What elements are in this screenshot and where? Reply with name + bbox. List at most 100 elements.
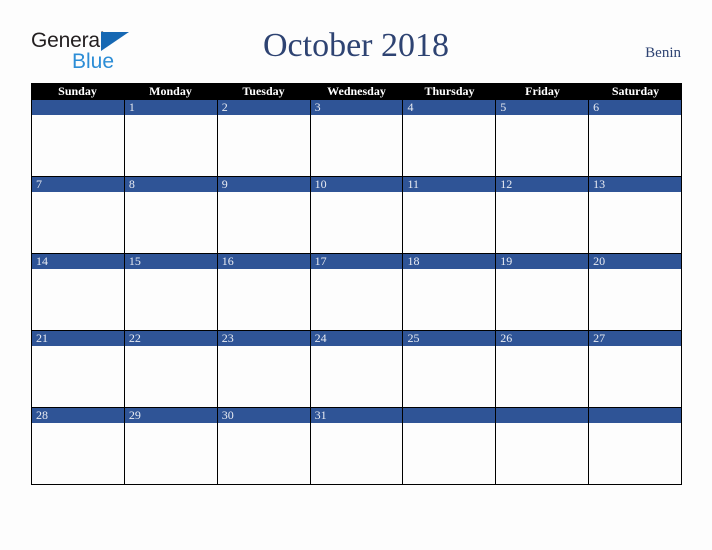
- day-event-area[interactable]: [496, 192, 589, 253]
- day-number: 25: [407, 331, 420, 345]
- day-cell[interactable]: 18: [403, 254, 497, 330]
- day-number-bar: 2: [217, 100, 310, 115]
- day-cell[interactable]: 11: [403, 177, 497, 253]
- day-cell[interactable]: 23: [217, 331, 311, 407]
- day-event-area[interactable]: [32, 115, 124, 176]
- day-number: 10: [314, 177, 327, 191]
- day-event-area[interactable]: [310, 423, 403, 484]
- day-cell[interactable]: 26: [496, 331, 590, 407]
- day-number: 13: [593, 177, 606, 191]
- day-event-area[interactable]: [217, 346, 310, 407]
- calendar-grid: Sunday Monday Tuesday Wednesday Thursday…: [31, 83, 683, 485]
- day-cell[interactable]: [403, 408, 497, 484]
- day-cell[interactable]: 19: [496, 254, 590, 330]
- day-event-area[interactable]: [589, 423, 682, 484]
- weekday-header-monday: Monday: [149, 84, 192, 98]
- day-number: 11: [407, 177, 419, 191]
- day-number: 20: [593, 254, 606, 268]
- day-event-area[interactable]: [496, 269, 589, 330]
- day-event-area[interactable]: [403, 346, 496, 407]
- day-cell[interactable]: 12: [496, 177, 590, 253]
- day-cell[interactable]: 21: [32, 331, 125, 407]
- calendar-page: { "brand": { "name_top": "General", "nam…: [0, 0, 712, 550]
- day-number-bar: [32, 100, 124, 115]
- day-event-area[interactable]: [589, 192, 682, 253]
- day-event-area[interactable]: [310, 115, 403, 176]
- day-event-area[interactable]: [124, 423, 217, 484]
- day-number: 31: [314, 408, 327, 422]
- day-cell[interactable]: 9: [217, 177, 311, 253]
- day-number: 15: [128, 254, 141, 268]
- day-cell[interactable]: 14: [32, 254, 125, 330]
- day-cell[interactable]: 16: [217, 254, 311, 330]
- day-cell[interactable]: 20: [589, 254, 683, 330]
- day-event-area[interactable]: [217, 269, 310, 330]
- day-cell[interactable]: 25: [403, 331, 497, 407]
- page-title: October 2018: [262, 27, 449, 64]
- day-event-area[interactable]: [403, 423, 496, 484]
- day-cell[interactable]: 2: [217, 100, 311, 176]
- day-number: 23: [221, 331, 234, 345]
- day-event-area[interactable]: [589, 346, 682, 407]
- day-cell[interactable]: 6: [589, 100, 683, 176]
- day-number-bar: 7: [32, 177, 124, 192]
- day-number: 4: [407, 100, 414, 114]
- day-cell[interactable]: 3: [310, 100, 404, 176]
- day-cell[interactable]: 29: [124, 408, 218, 484]
- day-cell[interactable]: [589, 408, 683, 484]
- day-event-area[interactable]: [496, 423, 589, 484]
- day-cell[interactable]: 8: [124, 177, 218, 253]
- day-event-area[interactable]: [589, 269, 682, 330]
- day-number-bar: 3: [310, 100, 403, 115]
- day-cell[interactable]: 28: [32, 408, 125, 484]
- day-cell[interactable]: 5: [496, 100, 590, 176]
- day-event-area[interactable]: [217, 423, 310, 484]
- day-number-bar: 31: [310, 408, 403, 423]
- day-event-area[interactable]: [32, 346, 124, 407]
- day-event-area[interactable]: [310, 269, 403, 330]
- week-row: 28 29 30 31: [31, 408, 683, 485]
- day-cell[interactable]: 4: [403, 100, 497, 176]
- day-number: 14: [36, 254, 48, 268]
- day-event-area[interactable]: [403, 269, 496, 330]
- day-cell[interactable]: 15: [124, 254, 218, 330]
- day-cell[interactable]: 7: [32, 177, 125, 253]
- day-cell[interactable]: 10: [310, 177, 404, 253]
- day-event-area[interactable]: [124, 192, 217, 253]
- day-cell[interactable]: 27: [589, 331, 683, 407]
- day-event-area[interactable]: [32, 269, 124, 330]
- day-cell[interactable]: [32, 100, 125, 176]
- day-cell[interactable]: 22: [124, 331, 218, 407]
- day-number: 21: [36, 331, 48, 345]
- day-event-area[interactable]: [403, 192, 496, 253]
- day-event-area[interactable]: [217, 115, 310, 176]
- day-event-area[interactable]: [496, 346, 589, 407]
- day-cell[interactable]: [496, 408, 590, 484]
- day-event-area[interactable]: [124, 269, 217, 330]
- day-event-area[interactable]: [589, 115, 682, 176]
- day-event-area[interactable]: [310, 346, 403, 407]
- day-cell[interactable]: 24: [310, 331, 404, 407]
- day-event-area[interactable]: [32, 192, 124, 253]
- day-event-area[interactable]: [217, 192, 310, 253]
- weekday-header-wednesday: Wednesday: [327, 84, 386, 98]
- day-cell[interactable]: 13: [589, 177, 683, 253]
- day-cell[interactable]: 17: [310, 254, 404, 330]
- week-row: 21 22 23 24 25 26 27: [31, 331, 683, 408]
- day-event-area[interactable]: [403, 115, 496, 176]
- day-cell[interactable]: 30: [217, 408, 311, 484]
- day-cell[interactable]: 31: [310, 408, 404, 484]
- day-event-area[interactable]: [496, 115, 589, 176]
- weekday-header-row: Sunday Monday Tuesday Wednesday Thursday…: [31, 83, 682, 100]
- day-event-area[interactable]: [32, 423, 124, 484]
- day-event-area[interactable]: [310, 192, 403, 253]
- day-number-bar: 5: [496, 100, 589, 115]
- day-event-area[interactable]: [124, 346, 217, 407]
- day-number-bar: 19: [496, 254, 589, 269]
- day-number: 17: [314, 254, 327, 268]
- day-event-area[interactable]: [124, 115, 217, 176]
- day-number-bar: 28: [32, 408, 124, 423]
- day-number: 16: [221, 254, 234, 268]
- day-number: 5: [500, 100, 507, 114]
- day-cell[interactable]: 1: [124, 100, 218, 176]
